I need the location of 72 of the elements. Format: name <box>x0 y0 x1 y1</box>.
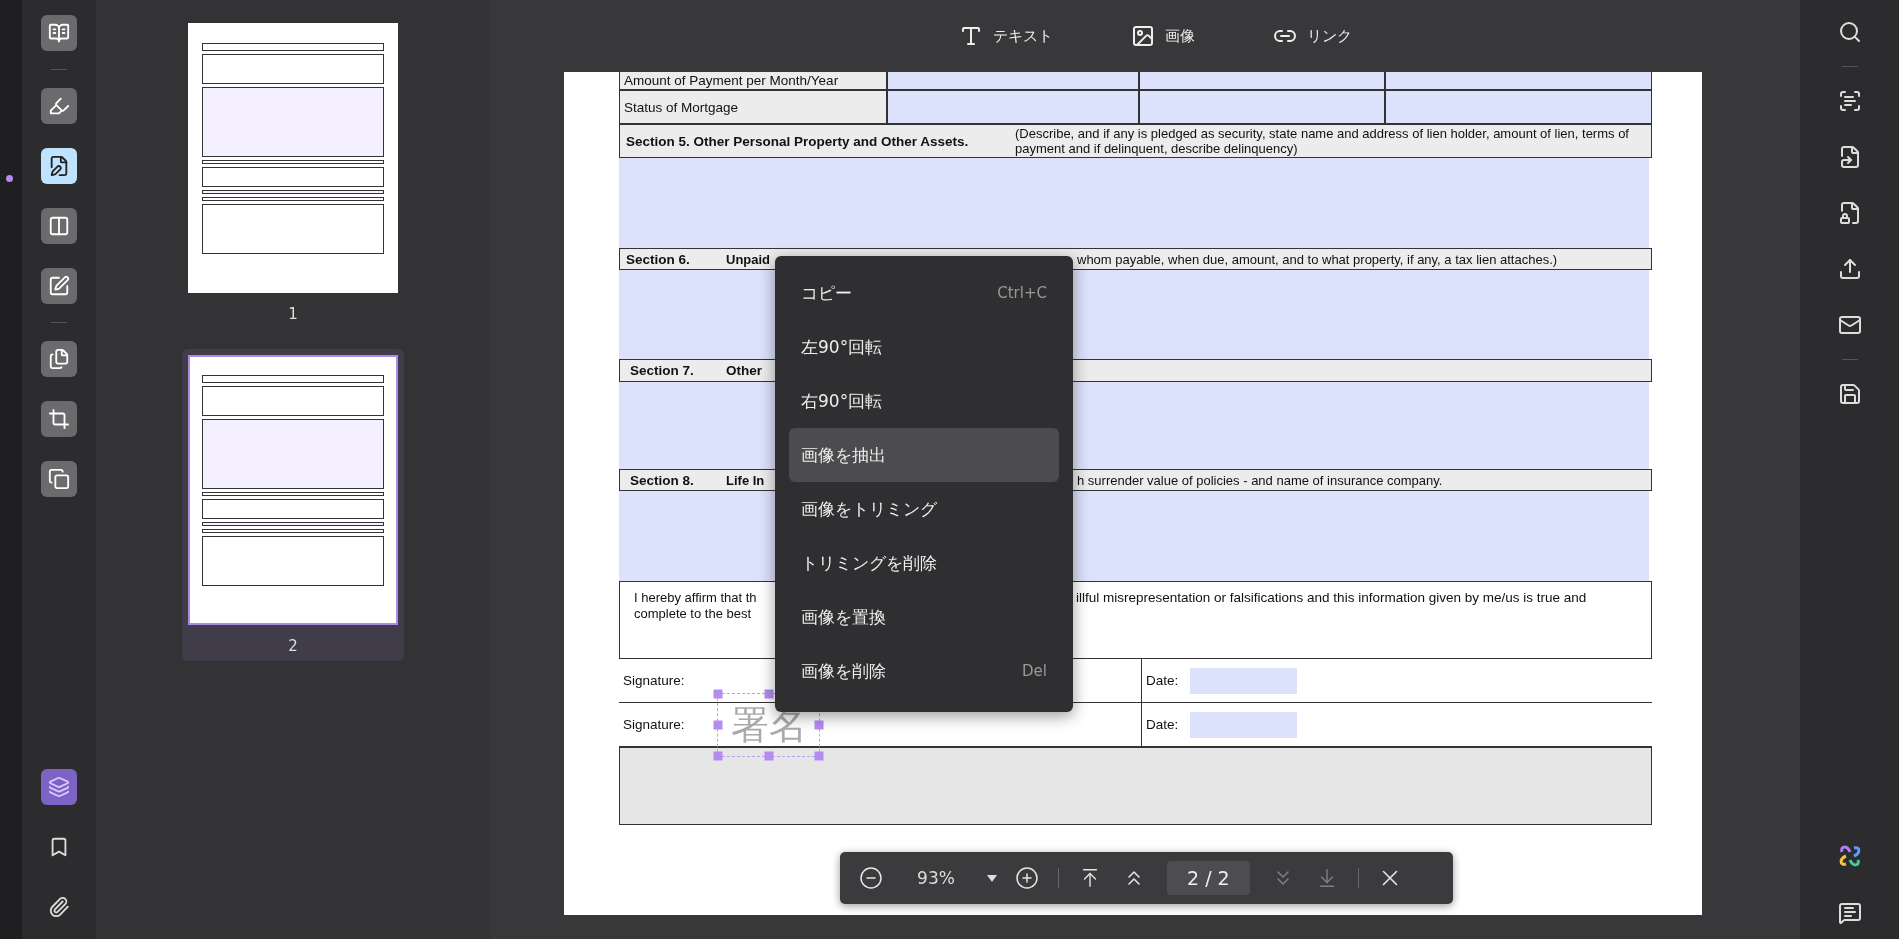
file-lock-icon[interactable] <box>1837 201 1862 225</box>
indicator-dot <box>6 175 13 182</box>
page-number: 2 <box>288 637 298 655</box>
table-cell: Amount of Payment per Month/Year <box>619 72 887 90</box>
date-field[interactable] <box>1190 711 1298 738</box>
section-note: (Describe, and if any is pledged as security, state name and address of lien holder, amount of lien, terms of payment and if delinquent, describe delinquency) <box>1015 126 1630 156</box>
highlighter-icon <box>48 95 70 117</box>
section-number: Section 6. <box>626 251 691 267</box>
table-cell: Status of Mortgage <box>619 90 887 124</box>
page-number: 1 <box>288 305 298 323</box>
section-title: Life In <box>726 472 766 488</box>
section-note: h surrender value of policies - and name of insurance company. <box>1077 472 1443 488</box>
signature-label: Signature: <box>623 717 685 732</box>
columns-icon <box>48 215 70 237</box>
form-field[interactable] <box>1385 72 1652 90</box>
tool-button[interactable] <box>41 341 77 377</box>
tool-button[interactable] <box>41 148 77 184</box>
section-title: Other <box>726 363 762 378</box>
affirmation-text: illful misrepresentation or falsifications and this information given by me/us is true and <box>1076 590 1587 606</box>
menu-item[interactable]: トリミングを削除 <box>789 536 1059 590</box>
comment-icon[interactable] <box>1837 901 1862 925</box>
signature-label: Signature: <box>623 673 685 688</box>
zoom-level[interactable]: 93% <box>896 868 976 888</box>
edit-icon <box>48 275 70 297</box>
document-pen-icon <box>48 155 70 177</box>
menu-item[interactable]: 左90°回転 <box>789 320 1059 374</box>
shortcut-text: Del <box>1022 662 1047 680</box>
form-field[interactable] <box>1139 90 1385 124</box>
section-number: Section 8. <box>629 472 695 488</box>
toolbar-button[interactable]: 画像 <box>1126 20 1199 52</box>
search-icon[interactable] <box>1837 20 1862 44</box>
text-scan-icon[interactable] <box>1837 89 1862 113</box>
form-field[interactable] <box>887 90 1139 124</box>
crop-icon <box>48 408 70 430</box>
tool-button[interactable] <box>41 461 77 497</box>
tool-button[interactable] <box>41 268 77 304</box>
shortcut-text: Ctrl+C <box>997 284 1047 302</box>
form-field[interactable] <box>887 72 1139 90</box>
section-note: whom payable, when due, amount, and to what property, if any, a tax lien attaches.) <box>1077 251 1558 267</box>
form-field-area[interactable] <box>619 158 1649 248</box>
tool-button[interactable] <box>41 15 77 51</box>
tool-button[interactable] <box>41 88 77 124</box>
menu-item[interactable]: 右90°回転 <box>789 374 1059 428</box>
book-icon <box>48 22 70 44</box>
share-icon[interactable] <box>1837 257 1862 281</box>
date-label: Date: <box>1146 717 1179 732</box>
form-field[interactable] <box>1385 90 1652 124</box>
section-title: Unpaid <box>726 251 772 267</box>
copy-icon <box>48 468 70 490</box>
section-title: Section 5. Other Personal Property and Other Assets. <box>626 133 969 149</box>
toolbar-button[interactable]: テキスト <box>954 20 1057 52</box>
date-label: Date: <box>1146 673 1179 688</box>
section-number: Section 7. <box>629 363 695 378</box>
date-field[interactable] <box>1190 667 1298 694</box>
menu-item[interactable]: 画像をトリミング <box>789 482 1059 536</box>
layers-icon[interactable] <box>41 769 77 805</box>
tool-button[interactable] <box>41 208 77 244</box>
menu-item[interactable]: 画像を抽出 <box>789 428 1059 482</box>
affirmation-text: complete to the best <box>634 606 752 622</box>
save-icon[interactable] <box>1837 382 1862 406</box>
tool-button[interactable] <box>41 401 77 437</box>
menu-item[interactable]: 画像を置換 <box>789 590 1059 644</box>
files-icon <box>48 348 70 370</box>
page-thumbnail[interactable]: 2 <box>182 349 404 661</box>
form-field[interactable] <box>1139 72 1385 90</box>
mail-icon[interactable] <box>1837 313 1862 337</box>
page-indicator[interactable]: 2 / 2 <box>1167 861 1250 895</box>
image-icon <box>1130 24 1155 48</box>
toolbar-button[interactable]: リンク <box>1268 20 1356 52</box>
affirmation-text: I hereby affirm that th <box>634 590 757 606</box>
menu-item[interactable]: コピー Ctrl+C <box>789 266 1059 320</box>
page-thumbnail[interactable]: 1 <box>182 17 404 329</box>
